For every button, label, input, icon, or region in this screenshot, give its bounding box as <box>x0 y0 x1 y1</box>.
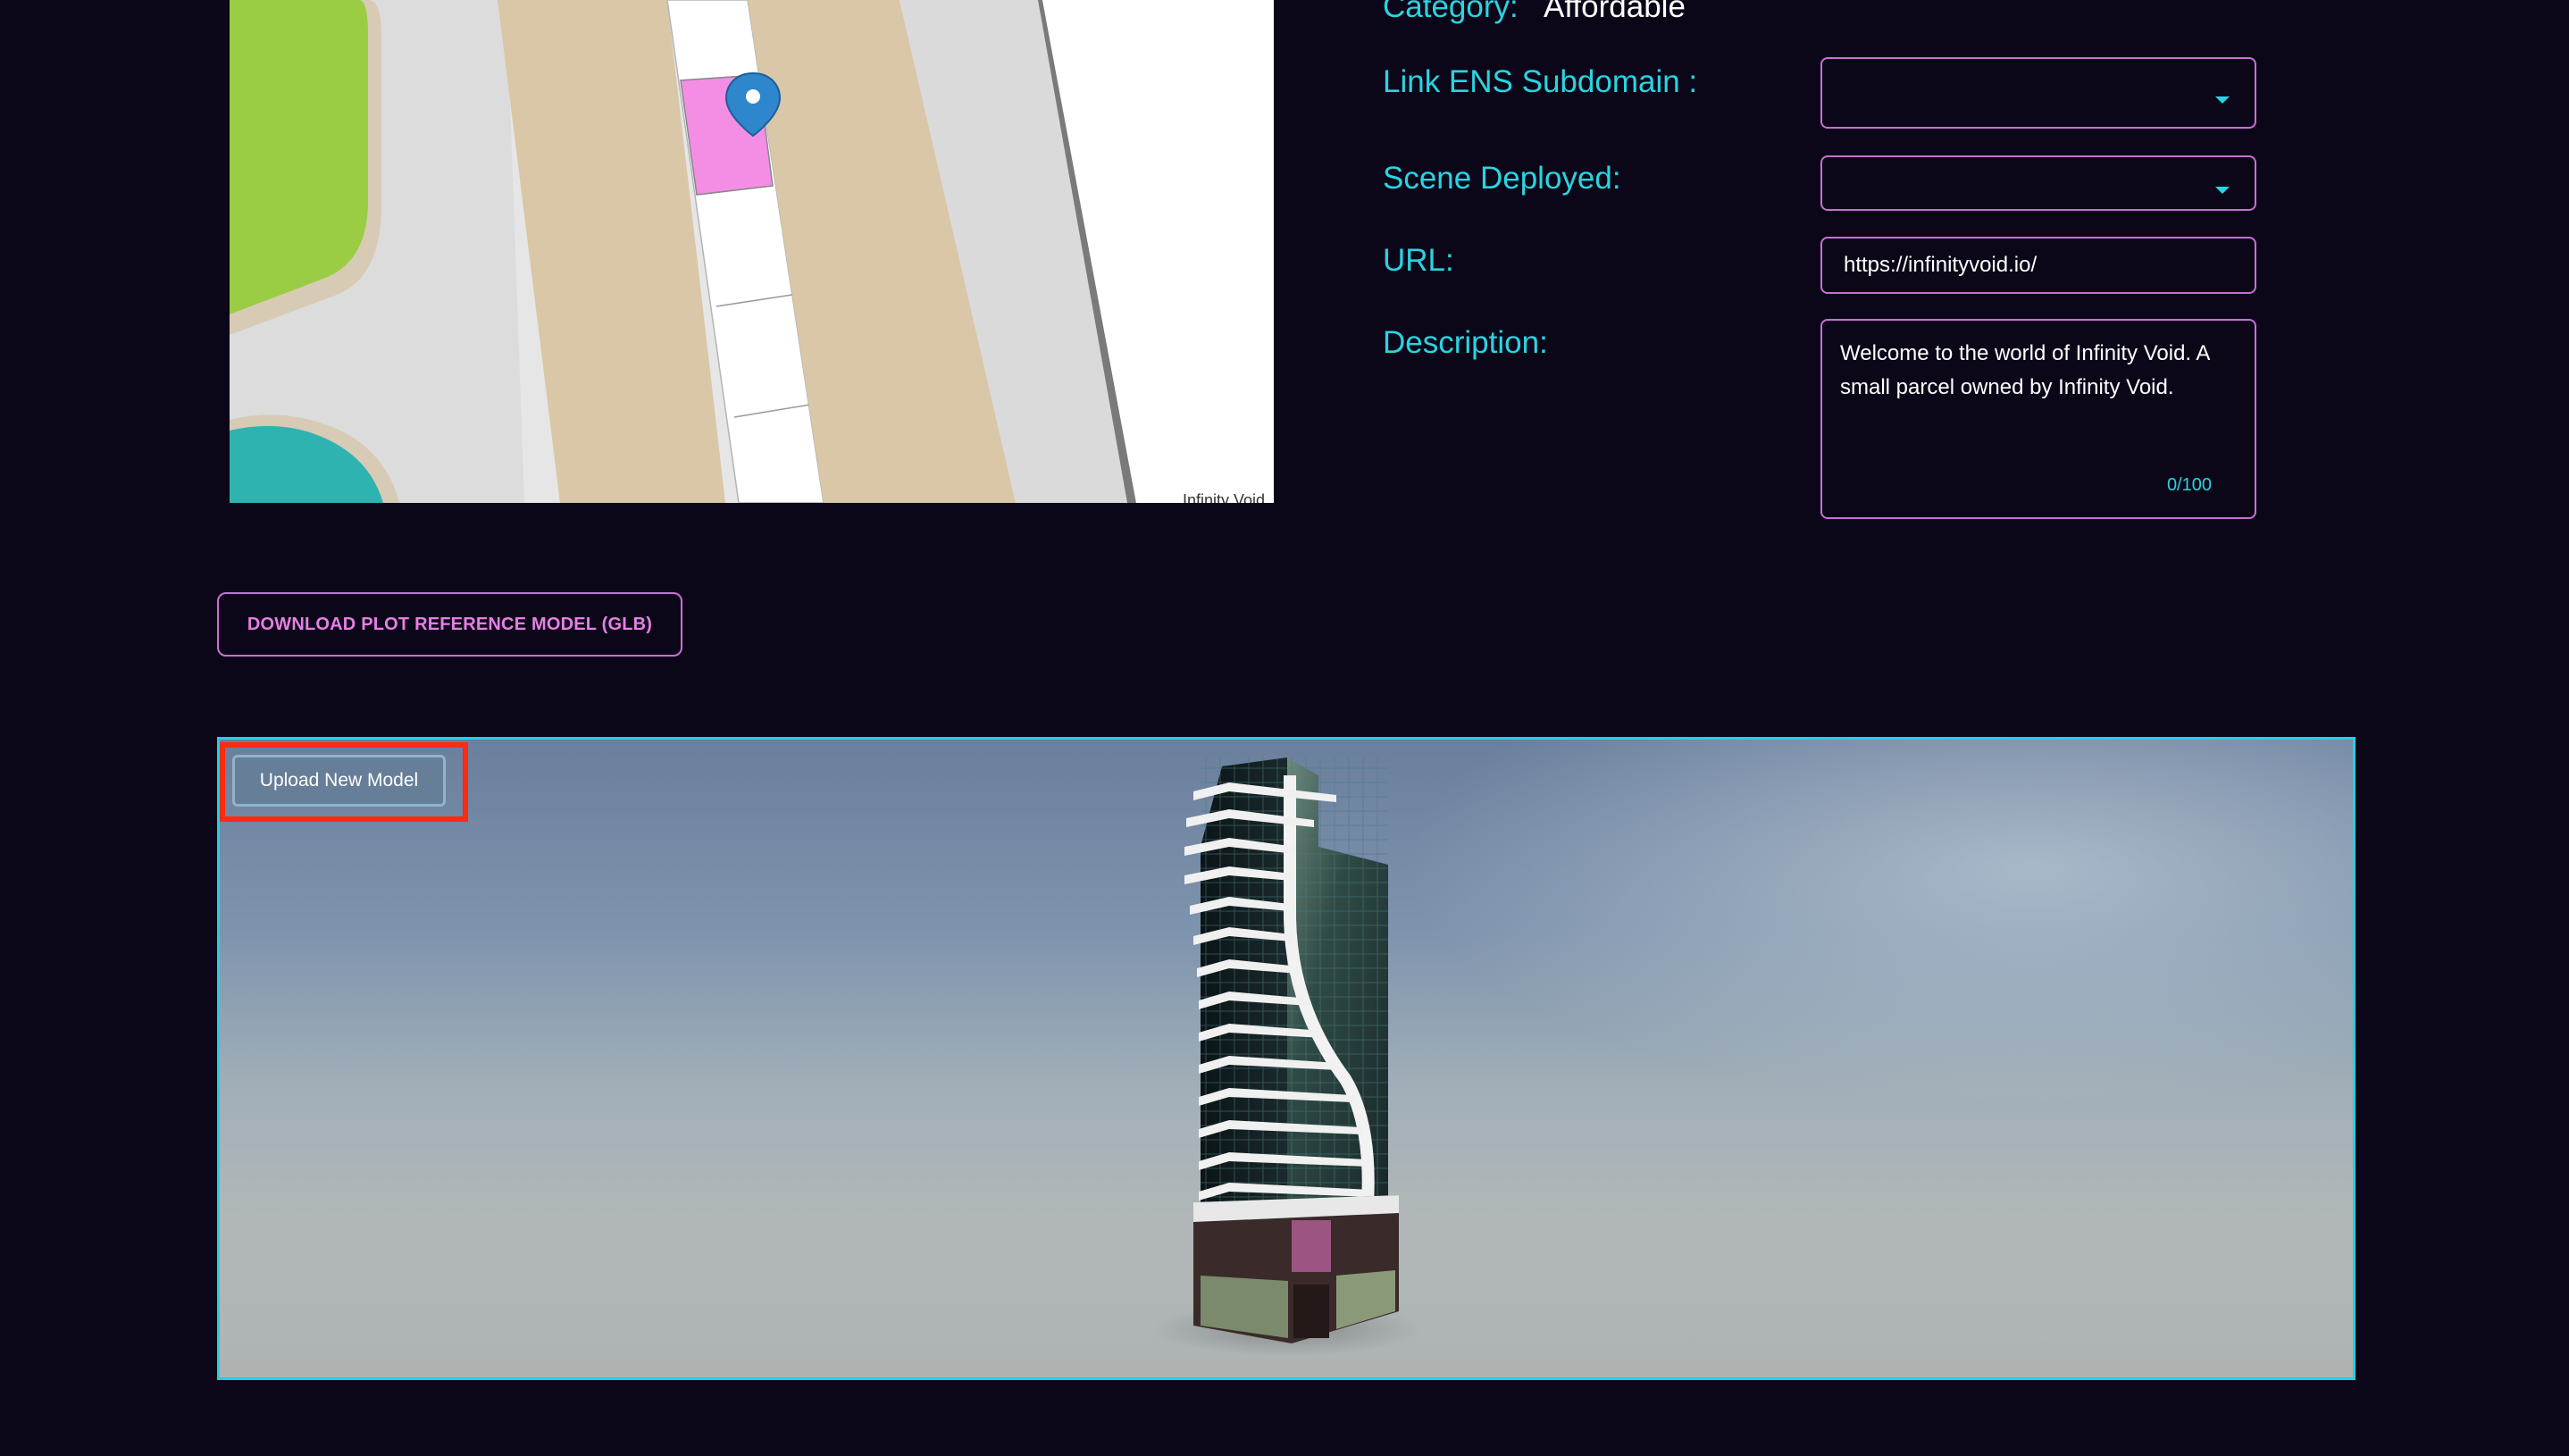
url-input[interactable] <box>1822 238 2255 292</box>
chevron-down-icon <box>2215 96 2230 104</box>
description-char-count: 0/100 <box>2166 475 2212 495</box>
category-label: Category: <box>1383 0 1519 24</box>
upload-new-model-button[interactable]: Upload New Model <box>232 755 446 807</box>
ens-subdomain-select[interactable] <box>1820 57 2256 129</box>
parcel-map[interactable]: Infinity Void <box>230 0 1274 503</box>
chevron-down-icon <box>2215 187 2230 194</box>
url-label: URL: <box>1383 243 1454 278</box>
download-reference-model-button[interactable]: DOWNLOAD PLOT REFERENCE MODEL (GLB) <box>217 592 682 657</box>
map-attribution: Infinity Void <box>1182 491 1265 503</box>
page: Infinity Void Category: Affordable Link … <box>0 0 2569 1456</box>
scene-deployed-select[interactable] <box>1820 155 2256 211</box>
description-text: Welcome to the world of Infinity Void. A… <box>1840 341 2210 399</box>
ens-subdomain-label: Link ENS Subdomain : <box>1383 64 1698 99</box>
category-value: Affordable <box>1544 0 1686 24</box>
description-textarea[interactable]: Welcome to the world of Infinity Void. A… <box>1820 319 2256 519</box>
description-label: Description: <box>1383 325 1548 360</box>
map-canvas[interactable] <box>230 0 1274 503</box>
url-field-wrapper <box>1820 237 2256 294</box>
building-model <box>1153 757 1421 1356</box>
model-viewer[interactable]: Upload New Model <box>217 737 2356 1380</box>
scene-deployed-label: Scene Deployed: <box>1383 161 1621 196</box>
